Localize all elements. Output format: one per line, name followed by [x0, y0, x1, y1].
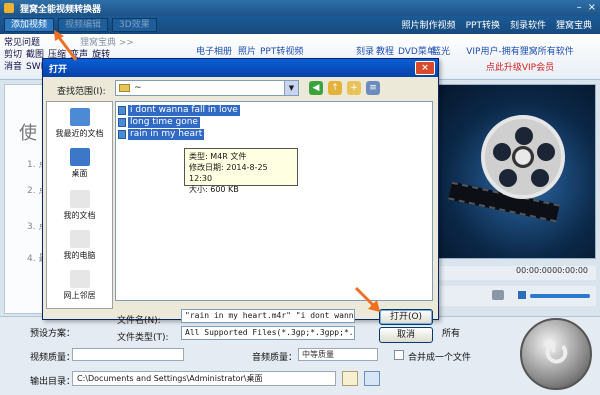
arrow-to-add-video-icon: [54, 30, 78, 61]
arrow-to-open-button-icon: [354, 286, 380, 312]
annotation-arrows: [54, 30, 380, 312]
